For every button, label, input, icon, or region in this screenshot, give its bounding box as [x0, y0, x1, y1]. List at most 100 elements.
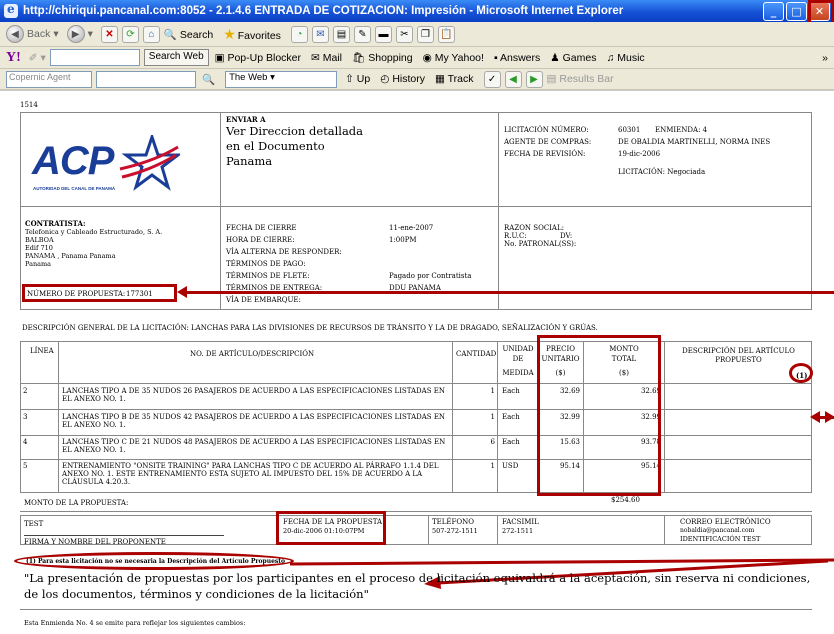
col-linea: LÍNEA — [30, 347, 54, 355]
firmante: TEST — [24, 520, 44, 528]
mail-icon[interactable]: ✉ — [311, 25, 329, 43]
up-button[interactable]: ⇧ Up — [345, 73, 370, 85]
nota-1-highlight — [14, 552, 294, 570]
acp-logo-subtitle: AUTORIDAD DEL CANAL DE PANAMÁ — [33, 186, 116, 191]
copernic-agent-input[interactable]: Copernic Agent — [6, 70, 92, 88]
identificacion: IDENTIFICACIÓN TEST — [680, 535, 761, 543]
popup-blocker-button[interactable]: ▣ Pop-Up Blocker — [215, 52, 301, 64]
contratista-line-1: Telefonica y Cableado Estructurado, S. A… — [25, 228, 163, 236]
terminos-pago-label: TÉRMINOS DE PAGO: — [226, 260, 306, 268]
contratista-line-2: BALBOA — [25, 236, 54, 244]
monto-propuesta: $254.60 — [611, 496, 640, 504]
col-cantidad: CANTIDAD — [456, 350, 497, 358]
pencil-icon[interactable]: ✐ ▾ — [29, 52, 46, 64]
licitacion-tipo: LICITACIÓN: Negociada — [618, 168, 706, 176]
forward-arrow-icon: ▶ — [66, 25, 85, 43]
monto-propuesta-label: MONTO DE LA PROPUESTA: — [24, 499, 129, 507]
telefono-label: TELÉFONO — [432, 518, 474, 526]
print-icon[interactable]: ▤ — [332, 25, 350, 43]
acp-star-icon — [119, 135, 180, 191]
standard-toolbar: ◀ Back ▾ ▶ ▾ ✕ ⟳ ⌂ 🔍 Search ★ Favorites ◔… — [0, 22, 834, 47]
forward-button[interactable]: ▶ ▾ — [66, 25, 93, 43]
licitacion-numero-label: LICITACIÓN NÚMERO: — [504, 126, 589, 134]
page-number: 1514 — [20, 101, 38, 109]
home-icon[interactable]: ⌂ — [142, 25, 160, 43]
numero-propuesta-highlight — [22, 284, 177, 302]
fecha-revision: 19-dic-2006 — [618, 150, 661, 158]
table-row-linea: 5 — [23, 462, 28, 470]
results-bar-button[interactable]: ▤ Results Bar — [547, 73, 614, 85]
history-button[interactable]: ◴ History — [380, 73, 425, 85]
terminos-entrega: DDU PANAMA — [389, 284, 441, 292]
fecha-revision-label: FECHA DE REVISIÓN: — [504, 150, 586, 158]
table-row-linea: 3 — [23, 413, 28, 421]
firma-label: FIRMA Y NOMBRE DEL PROPONENTE — [24, 538, 166, 546]
favorites-button[interactable]: ★ Favorites — [223, 26, 281, 43]
terminos-flete-label: TÉRMINOS DE FLETE: — [226, 272, 310, 280]
table-row-desc: LANCHAS TIPO B DE 35 NUDOS 42 PASAJEROS … — [62, 413, 446, 429]
col-unidad-3: MEDIDA — [502, 369, 534, 377]
my-yahoo-button[interactable]: ◉ My Yahoo! — [423, 52, 484, 64]
yahoo-search-input[interactable] — [49, 49, 140, 66]
track-button[interactable]: ▦ Track — [435, 73, 474, 85]
highlight-icon[interactable]: ✓ — [483, 70, 501, 88]
shopping-button[interactable]: 🛍 Shopping — [352, 51, 413, 64]
enmienda-nota: Esta Enmienda No. 4 se emite para reflej… — [24, 619, 246, 627]
minimize-button[interactable]: _ — [763, 1, 784, 21]
agente: DE OBALDIA MARTINELLI, NORMA INES — [618, 138, 771, 146]
more-chevron-icon[interactable]: » — [822, 52, 828, 64]
yahoo-toolbar: Y! ✐ ▾ Search Web ▣ Pop-Up Blocker ✉ Mai… — [0, 47, 834, 69]
ie-icon — [4, 2, 18, 18]
price-arrow — [663, 411, 834, 423]
table-row-unidad: Each — [502, 438, 520, 446]
enviar-a-line-2: en el Documento — [226, 139, 325, 153]
facsimil: 272-1511 — [502, 527, 534, 535]
edit-icon[interactable]: ✎ — [353, 25, 371, 43]
copy-icon[interactable]: ❐ — [416, 25, 434, 43]
history-icon[interactable]: ◔ — [290, 25, 308, 43]
copernic-search-button[interactable]: 🔍 — [202, 73, 215, 86]
via-embarque-label: VÍA DE EMBARQUE: — [226, 296, 301, 304]
table-row-desc: LANCHAS TIPO C DE 21 NUDOS 48 PASAJEROS … — [62, 438, 446, 454]
hora-cierre: 1:00PM — [389, 236, 417, 244]
folder-icon[interactable]: ▬ — [374, 25, 392, 43]
table-row-cant: 6 — [490, 438, 495, 446]
the-web-select[interactable]: The Web ▾ — [225, 70, 338, 88]
refresh-icon[interactable]: ⟳ — [121, 25, 139, 43]
copernic-search-input[interactable] — [96, 70, 196, 88]
table-row-cant: 1 — [490, 462, 495, 470]
mail-button[interactable]: ✉ Mail — [311, 52, 342, 64]
contratista-line-4: PANAMA , Panama Panama — [25, 252, 116, 260]
enmienda: ENMIENDA: 4 — [655, 126, 708, 134]
clausula-texto: "La presentación de propuestas por los p… — [24, 571, 811, 601]
table-row-desc: LANCHAS TIPO A DE 35 NUDOS 26 PASAJEROS … — [62, 387, 445, 403]
paste-icon[interactable]: 📋 — [437, 25, 455, 43]
yahoo-logo-icon[interactable]: Y! — [6, 50, 21, 66]
col-unidad-1: UNIDAD — [502, 345, 534, 353]
copernic-back-icon[interactable]: ◀ — [504, 70, 522, 88]
search-web-button[interactable]: Search Web — [143, 49, 209, 66]
price-columns-highlight — [537, 335, 661, 496]
licitacion-numero: 60301 — [618, 126, 641, 134]
table-row-unidad: Each — [502, 413, 520, 421]
music-button[interactable]: ♫ Music — [606, 52, 644, 64]
stop-icon[interactable]: ✕ — [100, 25, 118, 43]
search-button[interactable]: 🔍 Search — [164, 28, 213, 41]
ruc-label: R.U.C: — [504, 232, 527, 240]
contratista-label: CONTRATISTA: — [25, 219, 86, 228]
answers-button[interactable]: ▪ Answers — [494, 52, 540, 64]
window-title: http://chiriqui.pancanal.com:8052 - 2.1.… — [23, 5, 624, 17]
table-row-cant: 1 — [490, 387, 495, 395]
table-row-desc: ENTRENAMIENTO "ONSITE TRAINING" PARA LAN… — [62, 462, 439, 486]
col-descripcion-2: PROPUESTO — [715, 356, 762, 364]
back-button[interactable]: ◀ Back ▾ — [6, 25, 59, 43]
star-icon: ★ — [223, 25, 236, 42]
copernic-forward-icon[interactable]: ▶ — [525, 70, 543, 88]
telefono: 507-272-1511 — [432, 527, 478, 535]
note-1-highlight — [789, 363, 813, 383]
cut-icon[interactable]: ✂ — [395, 25, 413, 43]
dv-label: DV: — [560, 232, 573, 240]
games-button[interactable]: ♟ Games — [550, 52, 596, 64]
maximize-button[interactable]: □ — [786, 1, 807, 21]
window-titlebar: http://chiriqui.pancanal.com:8052 - 2.1.… — [0, 0, 834, 22]
